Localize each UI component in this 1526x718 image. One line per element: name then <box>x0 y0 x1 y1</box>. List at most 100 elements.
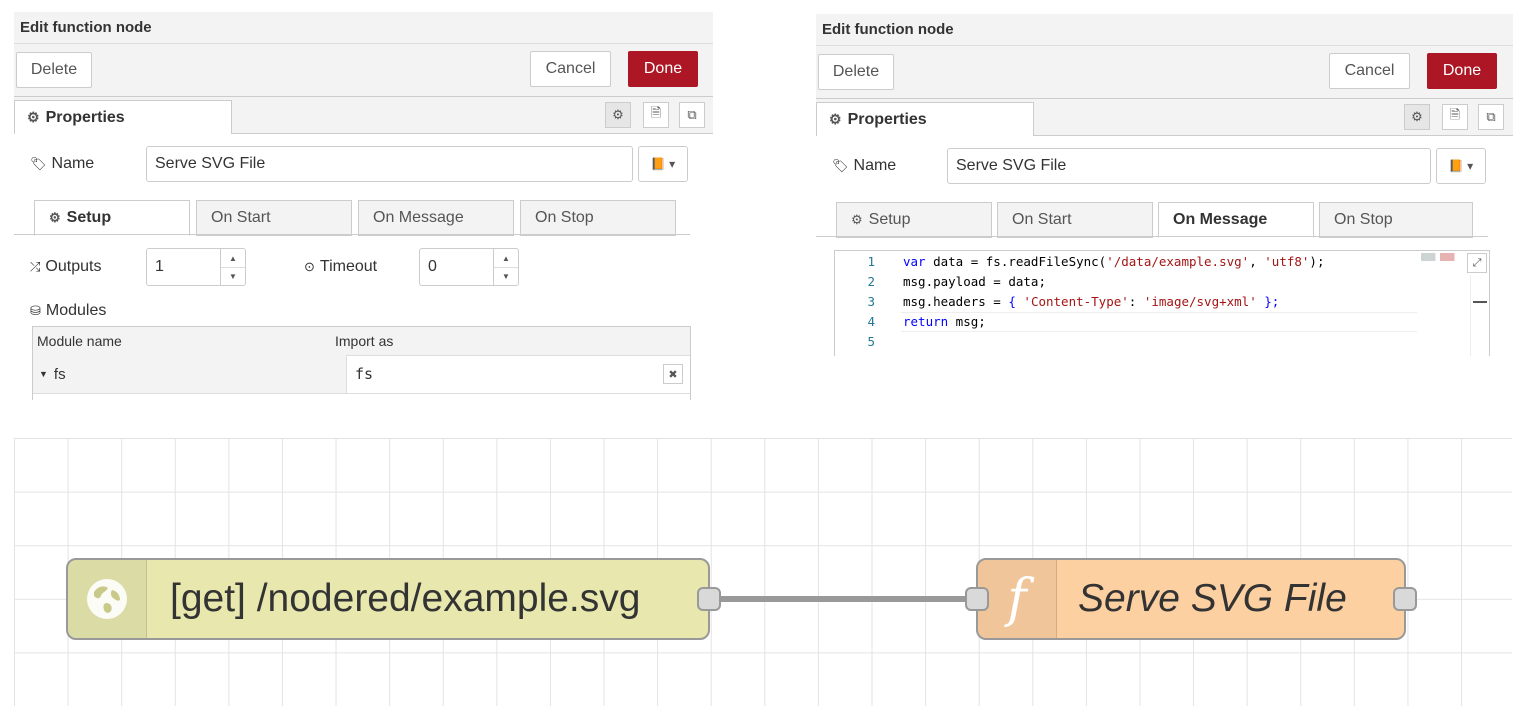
tab-on-message-label: On Message <box>373 209 464 226</box>
tab-on-start[interactable]: On Start <box>196 200 352 236</box>
tab-on-stop-label: On Stop <box>1334 211 1393 228</box>
modules-table-header: Module name Import as <box>33 327 690 356</box>
panel-button-tray: Delete Cancel Done <box>816 46 1513 99</box>
code-text: : <box>1128 294 1144 309</box>
function-subtabs: ⚙ Setup On Start On Message On Stop <box>836 202 1496 238</box>
cancel-button[interactable]: Cancel <box>530 51 611 87</box>
outputs-spinner[interactable]: 1 ▲ ▼ <box>146 248 246 286</box>
function-node-icon-area: f <box>978 560 1057 638</box>
done-button[interactable]: Done <box>628 51 698 87</box>
outputs-label: ⤮ Outputs <box>30 255 101 279</box>
tab-on-stop[interactable]: On Stop <box>520 200 676 236</box>
outputs-increment[interactable]: ▲ <box>221 249 245 268</box>
line-number: 5 <box>867 334 875 349</box>
table-row: ▼ fs fs ✖ <box>33 355 690 394</box>
expand-editor-button[interactable]: ⤢ <box>1467 253 1487 273</box>
name-input[interactable]: Serve SVG File <box>146 146 633 182</box>
gear-icon: ⚙ <box>1411 109 1423 124</box>
cancel-button[interactable]: Cancel <box>1329 53 1410 89</box>
document-icon: 🗎 <box>650 105 662 120</box>
tab-on-message-label: On Message <box>1173 211 1268 228</box>
code-editor[interactable]: 1 2 3 4 5 var data = fs.readFileSync('/d… <box>834 250 1490 356</box>
gear-icon: ⚙ <box>851 212 863 227</box>
globe-icon <box>87 579 127 619</box>
output-port[interactable] <box>697 587 721 611</box>
import-as-value: fs <box>355 365 374 383</box>
node-settings-button[interactable]: ⚙ <box>1404 104 1430 130</box>
code-keyword: var <box>903 254 926 269</box>
editor-scrollbar[interactable] <box>1470 275 1489 356</box>
library-dropdown-button[interactable]: 📙 ▾ <box>638 146 688 182</box>
caret-down-icon: ▼ <box>39 369 48 379</box>
line-number: 3 <box>867 294 875 309</box>
tab-setup-label: Setup <box>66 209 112 226</box>
line-number: 1 <box>867 254 875 269</box>
code-text: data = fs.readFileSync( <box>925 254 1107 269</box>
tab-setup[interactable]: ⚙ Setup <box>836 202 992 238</box>
outputs-value: 1 <box>155 258 164 275</box>
timeout-label-text: Timeout <box>319 258 378 275</box>
code-string: 'Content-Type' <box>1023 294 1129 309</box>
name-input[interactable]: Serve SVG File <box>947 148 1431 184</box>
outputs-arrows: ▲ ▼ <box>220 249 245 285</box>
left-edit-panel: Edit function node Delete Cancel Done ⚙ … <box>14 12 713 400</box>
panel-title: Edit function node <box>14 12 713 44</box>
node-settings-button[interactable]: ⚙ <box>605 102 631 128</box>
done-button[interactable]: Done <box>1427 53 1497 89</box>
timeout-label: ⊙ Timeout <box>304 255 377 279</box>
node-description-button[interactable]: 🗎 <box>1442 104 1468 130</box>
tab-on-message[interactable]: On Message <box>358 200 514 236</box>
properties-tab-bar: ⚙ Properties ⚙ 🗎 ⧉ <box>14 97 713 134</box>
timeout-spinner[interactable]: 0 ▲ ▼ <box>419 248 519 286</box>
remove-module-button[interactable]: ✖ <box>663 364 683 384</box>
name-label-text: Name <box>853 157 897 174</box>
module-name-cell[interactable]: ▼ fs <box>33 355 347 393</box>
code-line: msg.headers = { 'Content-Type': 'image/s… <box>903 294 1279 309</box>
tab-on-message[interactable]: On Message <box>1158 202 1314 238</box>
timeout-arrows: ▲ ▼ <box>493 249 518 285</box>
node-description-button[interactable]: 🗎 <box>643 102 669 128</box>
line-number-gutter: 1 2 3 4 5 <box>835 251 879 356</box>
tab-setup[interactable]: ⚙ Setup <box>34 200 190 236</box>
right-edit-panel: Edit function node Delete Cancel Done ⚙ … <box>816 14 1513 356</box>
tab-properties[interactable]: ⚙ Properties <box>816 102 1034 136</box>
delete-button[interactable]: Delete <box>16 52 92 88</box>
frame-icon: ⧉ <box>687 107 697 122</box>
import-as-header: Import as <box>335 333 394 349</box>
function-node-label: Serve SVG File <box>1078 577 1347 620</box>
tab-on-stop[interactable]: On Stop <box>1319 202 1473 238</box>
function-node[interactable]: f Serve SVG File <box>965 558 1417 640</box>
scrollbar-thumb[interactable] <box>1473 301 1487 303</box>
http-in-node[interactable]: [get] /nodered/example.svg <box>66 558 721 640</box>
library-dropdown-button[interactable]: 📙 ▾ <box>1436 148 1486 184</box>
module-name-value: fs <box>53 365 66 383</box>
panel-button-tray: Delete Cancel Done <box>14 44 713 97</box>
code-text: { <box>1008 294 1024 309</box>
outputs-decrement[interactable]: ▼ <box>221 267 245 285</box>
node-appearance-button[interactable]: ⧉ <box>1478 104 1504 130</box>
code-string: 'image/svg+xml' <box>1143 294 1257 309</box>
close-icon: ✖ <box>668 368 678 381</box>
gear-icon: ⚙ <box>612 107 624 122</box>
input-port[interactable] <box>965 587 989 611</box>
properties-tab-bar: ⚙ Properties ⚙ 🗎 ⧉ <box>816 99 1513 136</box>
tab-properties[interactable]: ⚙ Properties <box>14 100 232 134</box>
output-port[interactable] <box>1393 587 1417 611</box>
tab-on-start[interactable]: On Start <box>997 202 1153 238</box>
gear-icon: ⚙ <box>49 210 61 225</box>
book-icon: 📙 ▾ <box>650 157 676 171</box>
flow-canvas[interactable]: [get] /nodered/example.svg f Serve SVG F… <box>14 438 1512 706</box>
tab-on-start-label: On Start <box>211 209 271 226</box>
import-as-cell[interactable]: fs <box>347 355 677 393</box>
code-line: var data = fs.readFileSync('/data/exampl… <box>903 254 1324 269</box>
code-line: return msg; <box>903 314 986 329</box>
code-minimap <box>1421 253 1469 261</box>
subtab-divider <box>14 234 690 235</box>
outputs-label-text: Outputs <box>45 258 102 275</box>
tab-on-start-label: On Start <box>1012 211 1072 228</box>
code-text: ); <box>1309 254 1325 269</box>
timeout-increment[interactable]: ▲ <box>494 249 518 268</box>
node-appearance-button[interactable]: ⧉ <box>679 102 705 128</box>
delete-button[interactable]: Delete <box>818 54 894 90</box>
timeout-decrement[interactable]: ▼ <box>494 267 518 285</box>
